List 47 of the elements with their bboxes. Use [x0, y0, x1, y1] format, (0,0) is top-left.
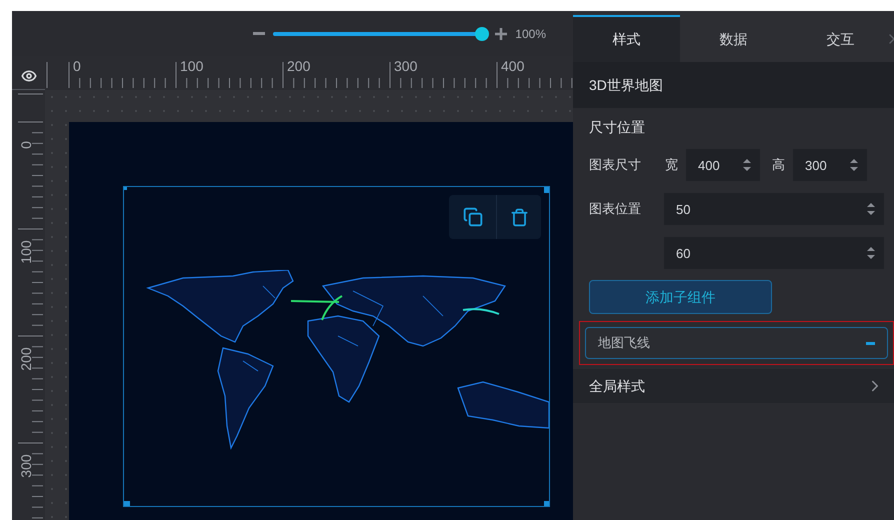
spinner-button[interactable]: [845, 149, 867, 181]
trash-icon: [510, 208, 528, 226]
spinner-icon[interactable]: [742, 157, 752, 173]
ruler-label: 0: [73, 59, 81, 73]
resize-handle[interactable]: [124, 501, 130, 506]
section-title: 全局样式: [589, 376, 646, 396]
number-field[interactable]: 60: [664, 237, 862, 269]
copy-icon: [462, 207, 482, 227]
slider-thumb[interactable]: [475, 26, 490, 40]
spinner-icon[interactable]: [866, 245, 876, 261]
spinner-button[interactable]: [862, 193, 884, 225]
spinner-icon[interactable]: [849, 157, 859, 173]
panel-tab[interactable]: 交互: [787, 15, 894, 62]
resize-handle[interactable]: [544, 187, 549, 193]
visibility-eye-icon[interactable]: [20, 68, 36, 84]
ruler-label: 200: [287, 59, 310, 73]
add-subcomponent-button[interactable]: 添加子组件: [589, 280, 772, 314]
zoom-in-icon[interactable]: [495, 28, 508, 40]
panel-tab[interactable]: 数据: [680, 15, 787, 62]
panel-tab[interactable]: 样式: [573, 15, 680, 62]
subcomponent-item[interactable]: 地图飞线: [585, 327, 888, 359]
selection-frame[interactable]: [123, 186, 550, 507]
ruler-label: 100: [19, 240, 33, 264]
field-label: 图表尺寸: [589, 156, 642, 174]
ruler-label: 200: [19, 347, 33, 371]
remove-icon[interactable]: [866, 342, 875, 344]
subcomponent-label: 地图飞线: [598, 334, 651, 352]
ruler-label: 0: [19, 140, 33, 151]
ruler-label: 100: [180, 59, 204, 73]
section-title: 尺寸位置: [589, 118, 646, 137]
zoom-percentage: 100%: [515, 26, 546, 42]
ruler-label: 300: [19, 454, 33, 478]
component-title: 3D世界地图: [589, 76, 663, 94]
number-field[interactable]: 300: [793, 149, 845, 181]
spinner-icon[interactable]: [866, 201, 876, 217]
ruler-label: 300: [394, 59, 418, 73]
field-label: 高: [772, 156, 785, 174]
field-label: 图表位置: [589, 200, 642, 218]
number-field[interactable]: 400: [686, 149, 738, 181]
ruler-label: 400: [501, 59, 524, 73]
zoom-out-icon[interactable]: [253, 32, 266, 36]
number-field[interactable]: 50: [664, 193, 862, 225]
spinner-button[interactable]: [738, 149, 760, 181]
spinner-button[interactable]: [862, 237, 884, 269]
zoom-slider[interactable]: [273, 26, 488, 42]
field-label: 宽: [665, 156, 678, 174]
global-style-row[interactable]: 全局样式: [573, 369, 894, 403]
